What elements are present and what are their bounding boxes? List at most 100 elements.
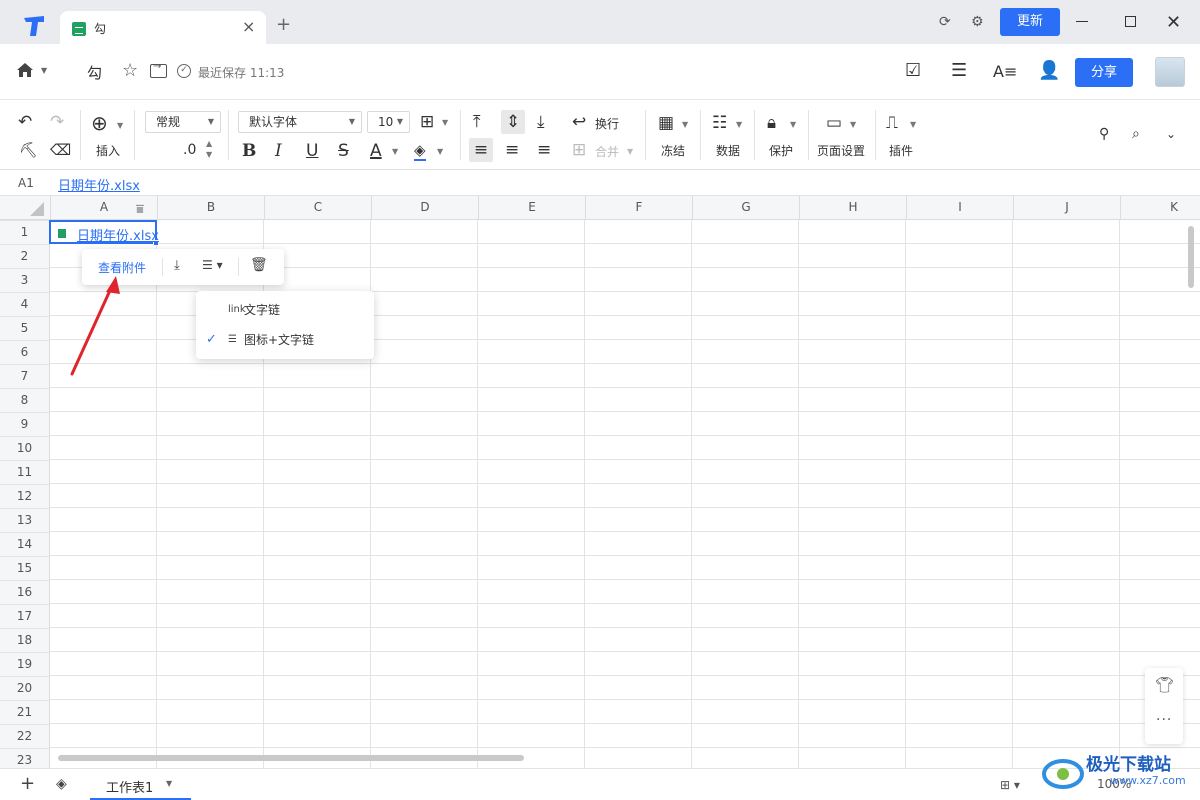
display-mode-icon[interactable]: ☰ ▾	[202, 258, 223, 272]
row-header[interactable]: 12	[0, 484, 49, 508]
font-size-select[interactable]: 10 ▼	[367, 111, 410, 133]
horizontal-scrollbar[interactable]	[58, 755, 524, 761]
chevron-down-icon[interactable]: ▼	[41, 66, 47, 75]
formula-value[interactable]: 日期年份.xlsx	[58, 175, 140, 194]
shirt-icon[interactable]: 👕︎	[1155, 676, 1174, 694]
menu-item-icon-text-link[interactable]: ✓ ☰ 图标+文字链	[196, 325, 374, 355]
row-header[interactable]: 14	[0, 532, 49, 556]
column-header[interactable]: H	[799, 196, 906, 220]
bold-icon[interactable]: B	[242, 142, 256, 160]
trash-icon[interactable]: 🗑︎	[250, 257, 268, 273]
row-header[interactable]: 1	[0, 220, 49, 244]
plugin-icon[interactable]: ⎍	[886, 114, 898, 132]
align-bottom-icon[interactable]: ⤓	[537, 113, 545, 131]
row-header[interactable]: 2	[0, 244, 49, 268]
freeze-label[interactable]: 冻结	[661, 142, 685, 159]
lock-icon[interactable]: 🔒︎	[767, 114, 776, 132]
share-button[interactable]: 分享	[1075, 58, 1133, 87]
row-header[interactable]: 15	[0, 556, 49, 580]
merge-label[interactable]: 合并	[595, 143, 619, 160]
wrap-icon[interactable]: ↩	[572, 113, 586, 131]
column-header[interactable]: G	[692, 196, 799, 220]
row-header[interactable]: 20	[0, 676, 49, 700]
close-window-button[interactable]: ✕	[1166, 12, 1181, 33]
select-all-corner[interactable]	[30, 202, 44, 216]
align-right-icon[interactable]: ≡	[537, 141, 551, 159]
plugins-label[interactable]: 插件	[889, 142, 913, 159]
move-to-folder-icon[interactable]	[150, 61, 167, 78]
italic-icon[interactable]: I	[275, 142, 282, 160]
insert-icon[interactable]: ⊕	[91, 113, 108, 133]
row-header[interactable]: 23	[0, 748, 49, 768]
row-header[interactable]: 9	[0, 412, 49, 436]
row-header[interactable]: 17	[0, 604, 49, 628]
menu-icon[interactable]: ☰	[951, 60, 967, 81]
avatar[interactable]	[1155, 57, 1185, 87]
text-format-icon[interactable]: A≡	[993, 62, 1017, 81]
column-header[interactable]: C	[264, 196, 371, 220]
data-label[interactable]: 数据	[716, 142, 740, 159]
column-header[interactable]: F	[585, 196, 692, 220]
column-header[interactable]: K	[1120, 196, 1200, 220]
home-icon[interactable]	[16, 62, 34, 78]
add-sheet-button[interactable]: +	[20, 773, 35, 794]
vertical-scrollbar[interactable]	[1188, 226, 1194, 288]
wrap-label[interactable]: 换行	[595, 115, 619, 132]
more-icon[interactable]: ···	[1156, 712, 1172, 728]
column-header[interactable]: B	[157, 196, 264, 220]
grid-view-icon[interactable]: ⊞ ▾	[1000, 778, 1020, 792]
row-header[interactable]: 11	[0, 460, 49, 484]
underline-icon[interactable]: U	[306, 142, 318, 160]
column-header[interactable]: J	[1013, 196, 1120, 220]
brush-icon[interactable]: ⚲	[1099, 125, 1109, 143]
star-icon[interactable]: ☆	[122, 60, 138, 81]
document-tab[interactable]: 勾 ×	[60, 11, 266, 44]
font-color-icon[interactable]: A	[370, 142, 382, 160]
new-tab-icon[interactable]: +	[276, 16, 291, 34]
row-header[interactable]: 3	[0, 268, 49, 292]
undo-icon[interactable]: ↶	[18, 113, 32, 131]
row-header[interactable]: 16	[0, 580, 49, 604]
border-icon[interactable]: ⊞	[420, 113, 434, 131]
row-header[interactable]: 5	[0, 316, 49, 340]
align-top-icon[interactable]: ⤒	[473, 113, 481, 131]
close-tab-icon[interactable]: ×	[242, 17, 255, 36]
align-left-icon[interactable]: ≡	[469, 138, 493, 162]
align-middle-icon[interactable]: ⇕	[501, 110, 525, 134]
eraser-icon[interactable]: ⌫	[50, 141, 71, 159]
row-header[interactable]: 10	[0, 436, 49, 460]
format-painter-icon[interactable]: ⛏	[19, 141, 38, 159]
attachment-link[interactable]: 日期年份.xlsx	[77, 225, 159, 244]
data-icon[interactable]: ☷	[712, 114, 727, 132]
font-family-select[interactable]: 默认字体 ▼	[238, 111, 362, 133]
align-center-icon[interactable]: ≡	[505, 141, 519, 159]
protect-label[interactable]: 保护	[769, 142, 793, 159]
document-title[interactable]: 勾	[87, 62, 102, 83]
column-header[interactable]: I	[906, 196, 1013, 220]
row-header[interactable]: 13	[0, 508, 49, 532]
page-setup-icon[interactable]: ▭	[826, 114, 842, 132]
minimize-button[interactable]	[1076, 21, 1088, 22]
row-header[interactable]: 6	[0, 340, 49, 364]
row-header[interactable]: 18	[0, 628, 49, 652]
row-header[interactable]: 19	[0, 652, 49, 676]
column-header[interactable]: E	[478, 196, 585, 220]
row-header[interactable]: 21	[0, 700, 49, 724]
search-icon[interactable]: ⌕	[1132, 125, 1140, 143]
row-header[interactable]: 4	[0, 292, 49, 316]
filter-icon[interactable]: ⩸	[136, 202, 144, 217]
number-format-select[interactable]: 常规 ▼	[145, 111, 221, 133]
chevron-down-icon[interactable]: ▼	[166, 779, 172, 788]
fill-color-icon[interactable]: ◈	[414, 141, 426, 161]
chevron-down-icon[interactable]: ⌄	[1166, 125, 1176, 143]
sheet-tab[interactable]: 工作表1 ▼	[90, 769, 191, 800]
update-button[interactable]: 更新	[1000, 8, 1060, 36]
task-add-icon[interactable]: ☑	[905, 60, 921, 81]
strikethrough-icon[interactable]: S	[338, 142, 349, 160]
column-header[interactable]: D	[371, 196, 478, 220]
merge-icon[interactable]: ⊞	[572, 141, 586, 159]
cell-reference[interactable]: A1	[18, 176, 34, 190]
menu-item-text-link[interactable]: link 文字链	[196, 295, 374, 325]
add-user-icon[interactable]: 👤	[1038, 60, 1060, 81]
insert-label[interactable]: 插入	[96, 142, 120, 159]
